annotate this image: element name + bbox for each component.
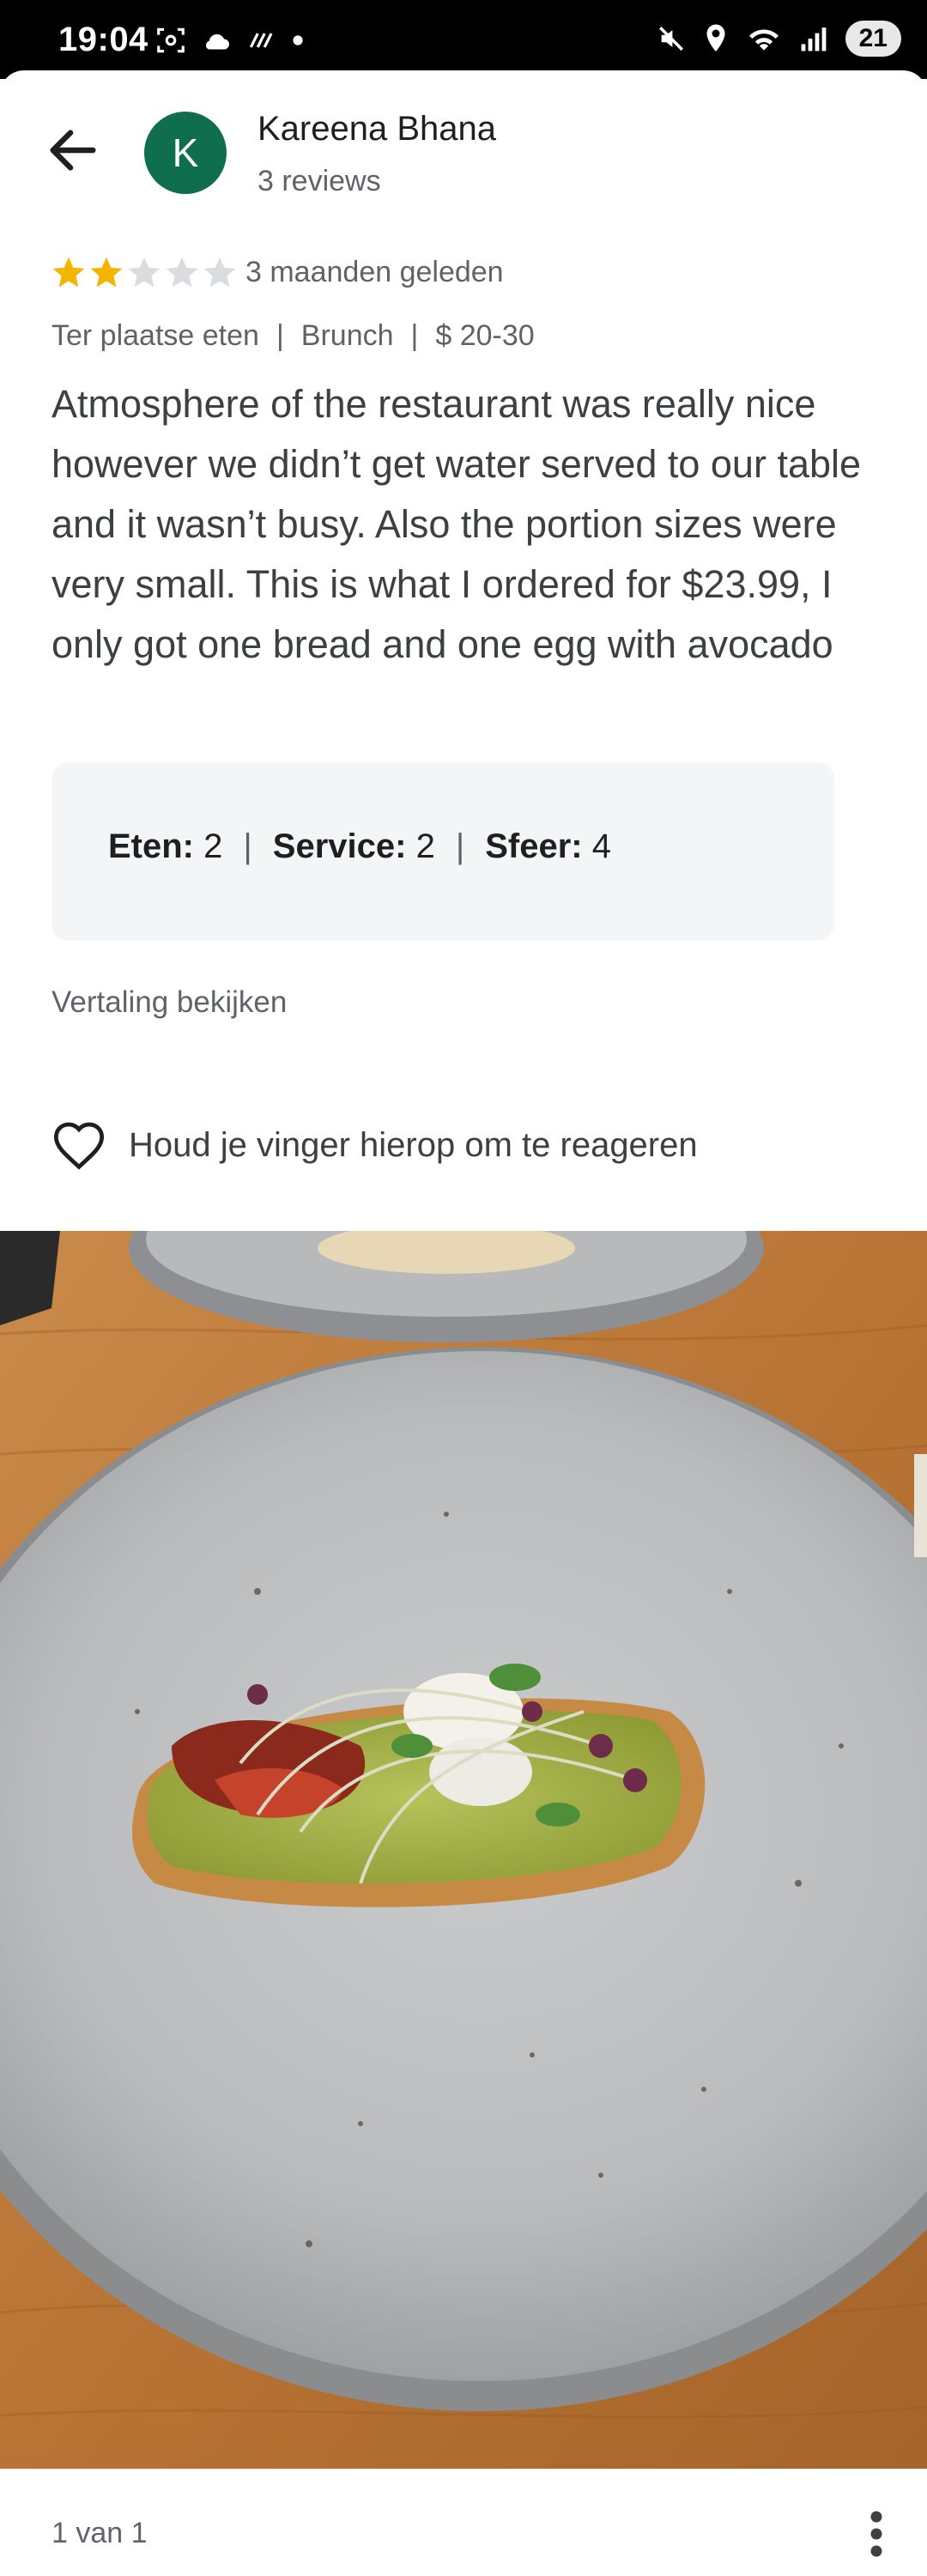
meta-separator: | (410, 319, 419, 352)
star-empty-icon (166, 257, 198, 288)
meta-separator: | (276, 319, 284, 352)
avatar[interactable]: K (144, 112, 227, 194)
review-text: Atmosphere of the restaurant was really … (52, 382, 862, 666)
dot-icon (293, 35, 303, 45)
meta-price-range: $ 20-30 (435, 319, 535, 352)
arrow-left-icon[interactable] (43, 120, 103, 180)
wifi-icon (748, 29, 779, 51)
avatar-letter: K (172, 130, 199, 175)
photo-footer: 1 van 1 (0, 2469, 927, 2576)
sub-ratings-box: Eten: 2 | Service: 2 | Sfeer: 4 (52, 762, 834, 941)
sub-rating-service: Service: 2 (272, 827, 435, 865)
author-review-count: 3 reviews (258, 165, 381, 197)
rating-separator: | (243, 827, 252, 865)
status-left-icons (154, 24, 304, 57)
star-filled-icon (90, 257, 123, 288)
signal-icon (801, 27, 827, 52)
rating-separator: | (455, 827, 465, 865)
heart-icon (53, 1122, 105, 1170)
translate-link[interactable]: Vertaling bekijken (52, 985, 287, 1020)
star-empty-icon (128, 257, 161, 288)
star-filled-icon (52, 257, 85, 288)
more-vertical-icon[interactable] (863, 2508, 889, 2560)
review-photo[interactable] (0, 1231, 927, 2469)
data-saver-icon (249, 33, 273, 48)
review-date: 3 maanden geleden (245, 256, 504, 288)
page-indicator: 1 van 1 (52, 2517, 148, 2549)
status-right-icons: 21 (657, 21, 901, 57)
meta-service-type: Ter plaatse eten (52, 319, 259, 352)
meta-meal-type: Brunch (300, 319, 394, 352)
food-photo-illustration (0, 1231, 927, 2469)
author-name[interactable]: Kareena Bhana (258, 110, 496, 148)
react-label: Houd je vinger hierop om te reageren (129, 1125, 698, 1164)
star-empty-icon (203, 257, 236, 288)
react-button[interactable]: Houd je vinger hierop om te reageren (52, 1119, 698, 1171)
battery-indicator: 21 (845, 21, 901, 57)
sub-rating-atmosphere: Sfeer: 4 (485, 827, 611, 865)
star-rating (50, 254, 239, 292)
sub-rating-food: Eten: 2 (108, 827, 223, 865)
status-time: 19:04 (58, 21, 148, 58)
screenshot-icon (157, 27, 185, 53)
mute-icon (658, 26, 683, 52)
review-meta: Ter plaatse eten | Brunch | $ 20-30 (52, 319, 535, 353)
status-bar: 19:04 21 (0, 0, 927, 79)
cloud-icon (206, 33, 229, 50)
location-icon (706, 24, 725, 52)
